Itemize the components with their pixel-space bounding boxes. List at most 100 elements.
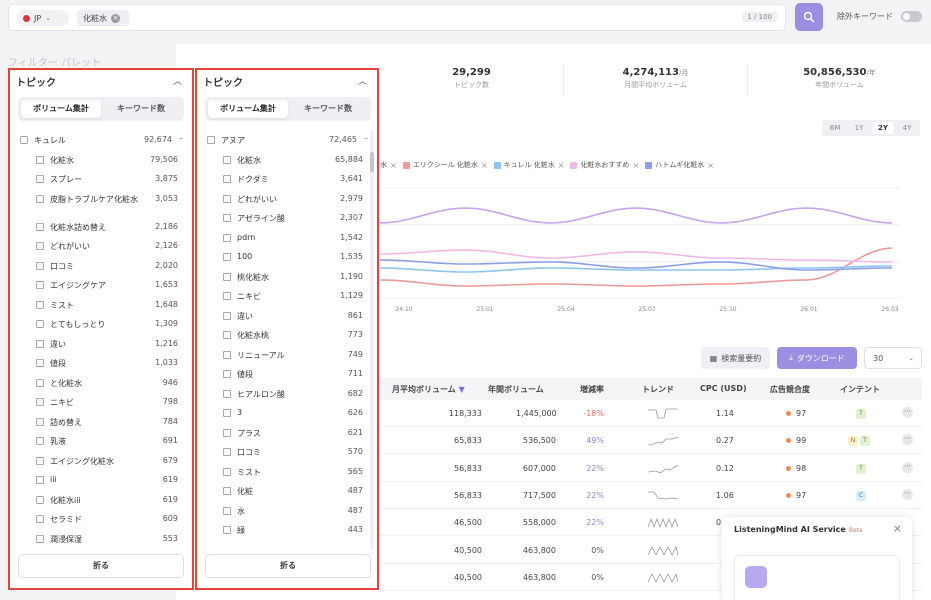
download-button[interactable]: ⤓ ダウンロード <box>777 347 857 369</box>
range-1y[interactable]: 1Y <box>848 122 870 134</box>
topic-checkbox[interactable] <box>223 409 231 417</box>
topic-checkbox[interactable] <box>20 136 28 144</box>
tab-keyword-count[interactable]: キーワード数 <box>101 100 181 118</box>
legend-item[interactable]: キュレル 化粧水 × <box>493 158 565 172</box>
tab-volume[interactable]: ボリューム集計 <box>21 100 101 118</box>
topic-checkbox[interactable] <box>223 155 231 164</box>
col-monthly-volume[interactable]: 月平均ボリューム ▼ <box>392 384 465 395</box>
tab-keyword-count[interactable]: キーワード数 <box>288 100 368 118</box>
range-2y[interactable]: 2Y <box>872 122 894 134</box>
topic-item[interactable]: と化粧水 946 <box>16 375 184 395</box>
fold-button[interactable]: 折る <box>18 554 184 578</box>
topic-item[interactable]: 100 1,535 <box>203 249 369 269</box>
scrollbar[interactable] <box>370 130 374 550</box>
volume-summary-button[interactable]: ▦ 検索量要約 <box>701 347 770 369</box>
topic-item[interactable]: キュレル 92,674– <box>16 132 184 152</box>
range-4y[interactable]: 4Y <box>896 122 918 134</box>
topic-item[interactable]: セラミド 609 <box>16 511 184 531</box>
topic-checkbox[interactable] <box>223 292 231 300</box>
topic-checkbox[interactable] <box>36 495 44 504</box>
topic-item[interactable]: 化粧水iii 619 <box>16 492 184 512</box>
col-ad-competition[interactable]: 広告競合度 <box>770 384 810 395</box>
topic-checkbox[interactable] <box>36 320 44 328</box>
close-icon[interactable]: × <box>481 161 488 170</box>
topic-checkbox[interactable] <box>223 370 231 378</box>
topic-item[interactable]: 桃化粧水 1,190 <box>203 269 369 289</box>
range-6m[interactable]: 6M <box>824 122 846 134</box>
topic-checkbox[interactable] <box>223 272 231 281</box>
topic-checkbox[interactable] <box>36 242 44 250</box>
topic-checkbox[interactable] <box>36 417 44 426</box>
topic-checkbox[interactable] <box>223 331 231 339</box>
remove-chip-icon[interactable]: × <box>111 13 120 23</box>
close-icon[interactable]: × <box>390 161 397 170</box>
topic-item[interactable]: 化粧水詰め替え 2,186 <box>16 219 184 239</box>
topic-checkbox[interactable] <box>36 281 44 289</box>
topic-item[interactable]: ニキビ 798 <box>16 394 184 414</box>
collapse-icon[interactable]: – <box>364 134 368 143</box>
topic-item[interactable]: アゼライン酸 2,307 <box>203 210 369 230</box>
topic-checkbox[interactable] <box>36 155 44 164</box>
legend-item[interactable]: 水 × <box>380 158 397 172</box>
legend-item[interactable]: エリクシール 化粧水 × <box>402 158 488 172</box>
topic-item[interactable]: 値段 1,033 <box>16 355 184 375</box>
topic-checkbox[interactable] <box>223 467 231 476</box>
topic-checkbox[interactable] <box>36 175 44 183</box>
table-row[interactable]: 65,833 536,500 49% 0.27 99 N T ⋯ <box>380 427 922 455</box>
topic-checkbox[interactable] <box>36 378 44 387</box>
table-row[interactable]: 56,833 717,500 22% 1.06 97 C ⋯ <box>380 482 922 509</box>
topic-checkbox[interactable] <box>223 389 231 398</box>
more-icon[interactable]: ⋯ <box>902 488 913 500</box>
topic-checkbox[interactable] <box>36 300 44 309</box>
topic-item[interactable]: 潤浸保湿 553 <box>16 531 184 545</box>
topic-item[interactable]: リニューアル 749 <box>203 347 369 367</box>
keyword-search-box[interactable]: JP ⌄ 化粧水 × 1 / 100 <box>8 4 786 31</box>
close-icon[interactable]: × <box>707 161 714 170</box>
topic-item[interactable]: 化粧水 79,506 <box>16 152 184 172</box>
fold-button[interactable]: 折る <box>205 554 371 578</box>
topic-item[interactable]: 値段 711 <box>203 366 369 386</box>
topic-checkbox[interactable] <box>36 456 44 465</box>
topic-checkbox[interactable] <box>223 311 231 320</box>
topic-item[interactable]: 使い方420 <box>203 542 369 545</box>
more-icon[interactable]: ⋯ <box>902 461 913 473</box>
topic-checkbox[interactable] <box>223 506 231 515</box>
topic-checkbox[interactable] <box>223 233 231 242</box>
topic-checkbox[interactable] <box>223 350 231 359</box>
topic-checkbox[interactable] <box>223 448 231 456</box>
col-change-rate[interactable]: 増減率 <box>580 384 604 395</box>
topic-item[interactable]: どれがいい 2,126 <box>16 238 184 258</box>
exclude-keyword-toggle[interactable] <box>901 11 922 22</box>
topic-checkbox[interactable] <box>223 194 231 203</box>
topic-checkbox[interactable] <box>223 526 231 534</box>
more-icon[interactable]: ⋯ <box>902 434 913 446</box>
topic-item[interactable]: ドクダミ 3,641 <box>203 171 369 191</box>
topic-item[interactable]: 違い 861 <box>203 308 369 328</box>
topic-checkbox[interactable] <box>36 339 44 348</box>
scrollbar-thumb[interactable] <box>370 152 374 172</box>
topic-item[interactable]: 水 487 <box>203 503 369 523</box>
topic-item[interactable]: 化粧水桃 773 <box>203 327 369 347</box>
topic-checkbox[interactable] <box>207 136 215 144</box>
topic-checkbox[interactable] <box>36 515 44 523</box>
topic-checkbox[interactable] <box>36 359 44 367</box>
table-row[interactable]: 118,333 1,445,000 -18% 1.14 97 T ⋯ <box>380 400 922 427</box>
topic-checkbox[interactable] <box>36 476 44 484</box>
topic-checkbox[interactable] <box>36 261 44 270</box>
keyword-chip[interactable]: 化粧水 × <box>77 10 129 26</box>
legend-item[interactable]: 化粧水おすすめ × <box>570 158 639 172</box>
topic-item[interactable]: iii 619 <box>16 472 184 492</box>
topic-checkbox[interactable] <box>223 428 231 437</box>
topic-item[interactable]: ミスト 565 <box>203 464 369 484</box>
topic-item[interactable]: ヒアルロン酸 682 <box>203 386 369 406</box>
topic-item[interactable]: エイジング化粧水 679 <box>16 453 184 473</box>
close-icon[interactable]: × <box>558 161 565 170</box>
topic-item[interactable]: pdrn 1,542 <box>203 230 369 250</box>
topic-item[interactable]: エイジングケア 1,653 <box>16 277 184 297</box>
topic-checkbox[interactable] <box>36 437 44 445</box>
topic-item[interactable]: スプレー 3,875 <box>16 171 184 191</box>
topic-item[interactable]: 3 626 <box>203 405 369 425</box>
topic-item[interactable]: 口コミ 2,020 <box>16 258 184 278</box>
topic-item[interactable]: 化粧 487 <box>203 483 369 503</box>
col-cpc[interactable]: CPC (USD) <box>700 384 747 393</box>
